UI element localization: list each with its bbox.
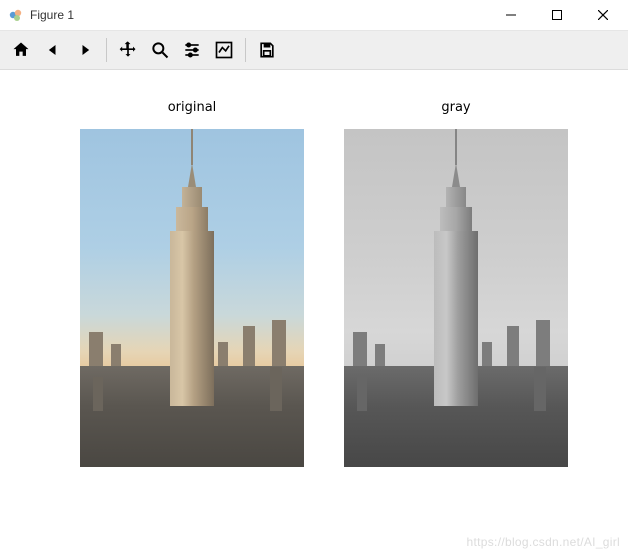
back-button[interactable] — [38, 35, 68, 65]
window-title: Figure 1 — [30, 8, 74, 22]
close-button[interactable] — [580, 0, 626, 30]
image-gray — [344, 129, 568, 467]
matplotlib-toolbar — [0, 30, 628, 70]
save-button[interactable] — [252, 35, 282, 65]
window-controls — [488, 0, 626, 30]
toolbar-separator — [245, 38, 246, 62]
subplot-title: gray — [344, 100, 568, 115]
subplot-original: original — [80, 100, 304, 467]
subplot-gray: gray — [344, 100, 568, 467]
home-button[interactable] — [6, 35, 36, 65]
pan-button[interactable] — [113, 35, 143, 65]
minimize-button[interactable] — [488, 0, 534, 30]
image-original — [80, 129, 304, 467]
forward-button[interactable] — [70, 35, 100, 65]
subplot-title: original — [80, 100, 304, 115]
maximize-button[interactable] — [534, 0, 580, 30]
configure-subplots-button[interactable] — [177, 35, 207, 65]
app-icon — [8, 7, 24, 23]
edit-axes-button[interactable] — [209, 35, 239, 65]
watermark: https://blog.csdn.net/AI_girl — [467, 535, 620, 549]
window-titlebar: Figure 1 — [0, 0, 628, 30]
zoom-button[interactable] — [145, 35, 175, 65]
toolbar-separator — [106, 38, 107, 62]
figure-canvas[interactable]: original gray https://blog.csdn.net/AI_g… — [0, 70, 628, 555]
